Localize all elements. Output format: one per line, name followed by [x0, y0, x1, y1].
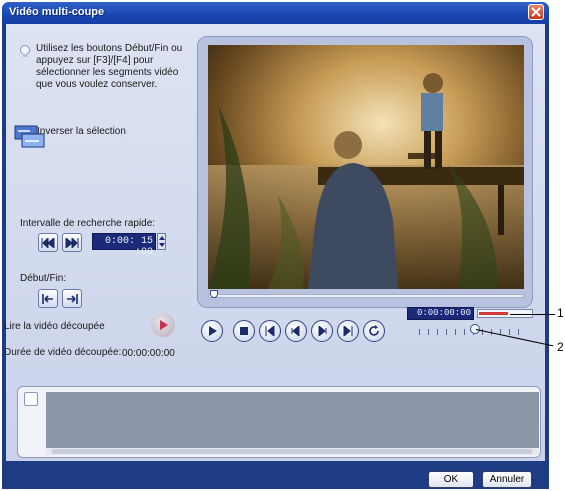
rapid-search-forward-button[interactable] — [62, 233, 82, 252]
scrub-handle[interactable] — [210, 290, 218, 298]
video-preview — [208, 45, 524, 289]
lightbulb-hint-icon — [20, 45, 30, 57]
start-end-label: Début/Fin: — [20, 273, 67, 284]
mark-out-icon — [67, 293, 78, 304]
play-icon — [209, 326, 217, 336]
rapid-search-label: Intervalle de recherche rapide: — [20, 218, 156, 229]
next-frame-icon — [318, 326, 327, 336]
trimmed-duration-value: 00:00:00:00 — [122, 348, 175, 359]
rapid-search-back-button[interactable] — [38, 233, 58, 252]
skip-to-start-icon — [265, 326, 275, 336]
jog-tick — [518, 329, 519, 335]
play-button[interactable] — [201, 320, 223, 342]
fast-forward-icon — [65, 237, 79, 248]
previous-frame-icon — [291, 326, 300, 336]
go-to-end-button[interactable] — [337, 320, 359, 342]
play-trimmed-icon — [160, 320, 168, 330]
rewind-icon — [41, 237, 55, 248]
clip-timeline[interactable] — [46, 392, 539, 448]
next-frame-button[interactable] — [311, 320, 333, 342]
previous-frame-button[interactable] — [285, 320, 307, 342]
timecode-spinner[interactable] — [157, 233, 166, 250]
stop-button[interactable] — [233, 320, 255, 342]
play-trimmed-button[interactable] — [151, 313, 175, 337]
skip-to-end-icon — [343, 326, 353, 336]
mark-start-button[interactable] — [38, 289, 58, 308]
repeat-icon — [369, 325, 379, 336]
go-to-start-button[interactable] — [259, 320, 281, 342]
ok-button[interactable]: OK — [428, 471, 474, 488]
callout-line-1 — [510, 314, 555, 315]
invert-selection-label[interactable]: Inverser la sélection — [37, 126, 126, 137]
title-bar: Vidéo multi-coupe — [2, 2, 549, 24]
jog-tick — [437, 329, 438, 335]
hint-text: Utilisez les boutons Début/Fin ou appuye… — [36, 43, 183, 90]
video-scrub-track[interactable] — [208, 294, 524, 298]
timeline-scrollbar[interactable] — [46, 448, 539, 455]
trimmed-duration-label: Durée de vidéo découpée: — [4, 347, 122, 358]
repeat-button[interactable] — [363, 320, 385, 342]
timeline-marker-icon[interactable] — [24, 392, 38, 406]
rapid-search-timecode[interactable]: 0:00: 15 :00 — [92, 233, 156, 258]
window-title: Vidéo multi-coupe — [9, 6, 105, 18]
jog-tick — [446, 329, 447, 335]
jog-tick — [428, 329, 429, 335]
jog-tick — [419, 329, 420, 335]
mark-end-button[interactable] — [62, 289, 82, 308]
stop-icon — [240, 327, 248, 335]
jog-slider-fill — [479, 312, 508, 315]
callout-2: 2 — [557, 340, 564, 354]
play-trimmed-label: Lire la vidéo découpée — [4, 321, 105, 332]
callout-1: 1 — [557, 306, 564, 320]
close-icon — [531, 7, 541, 17]
close-button[interactable] — [528, 4, 544, 20]
video-frame-image — [208, 45, 524, 289]
jog-tick — [464, 329, 465, 335]
time-counter: 0:00:00:00 — [407, 307, 474, 320]
mark-in-icon — [42, 293, 53, 304]
timeline-scroll-thumb[interactable] — [52, 449, 532, 454]
cancel-button[interactable]: Annuler — [482, 471, 532, 488]
jog-tick — [455, 329, 456, 335]
jog-tick — [509, 329, 510, 335]
